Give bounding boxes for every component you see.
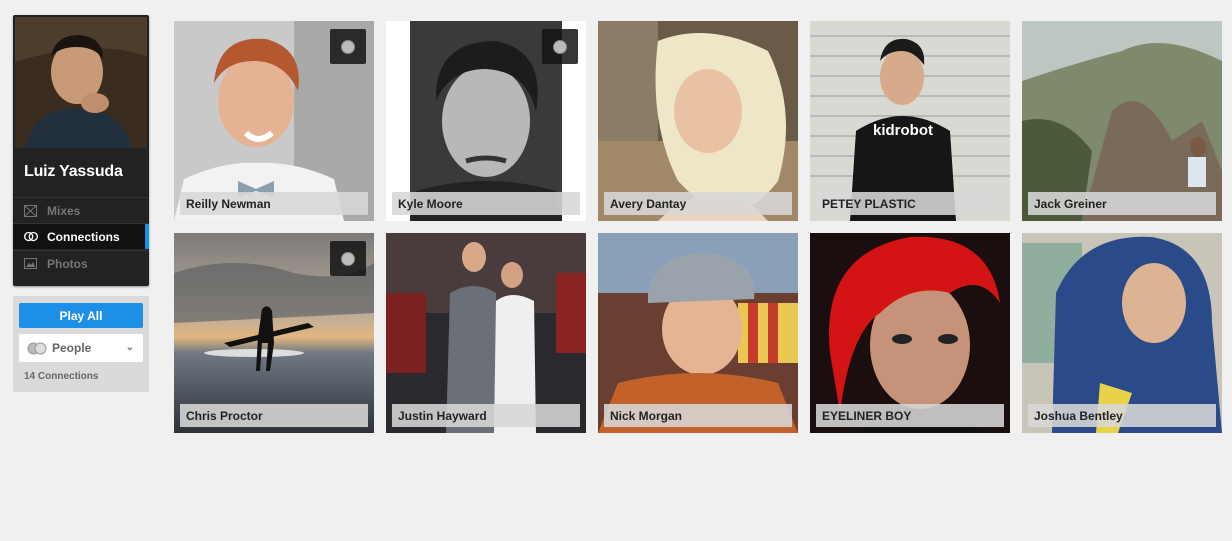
connection-name: Justin Hayward — [392, 404, 580, 427]
follow-button[interactable] — [330, 241, 366, 276]
connection-tile[interactable]: Joshua Bentley — [1022, 233, 1222, 433]
nav-photos[interactable]: Photos — [13, 250, 149, 276]
connection-name: Avery Dantay — [604, 192, 792, 215]
connection-name: PETEY PLASTIC — [816, 192, 1004, 215]
follow-dot-icon — [341, 39, 355, 54]
action-box: Play All People ⌄ 14 Connections — [13, 296, 149, 392]
avatar[interactable] — [15, 17, 147, 148]
connection-photo — [598, 21, 798, 221]
connection-tile[interactable]: Chris Proctor — [174, 233, 374, 433]
connection-photo — [598, 233, 798, 433]
chevron-down-icon: ⌄ — [125, 342, 134, 353]
connection-tile[interactable]: Reilly Newman — [174, 21, 374, 221]
follow-button[interactable] — [330, 29, 366, 64]
connection-photo — [386, 233, 586, 433]
filter-selected-label: People — [52, 341, 92, 355]
profile-name: Luiz Yassuda — [24, 163, 123, 180]
kidrobot-logo: kidrobot — [873, 122, 933, 139]
follow-button[interactable] — [542, 29, 578, 64]
nav-mixes[interactable]: Mixes — [13, 197, 149, 223]
connection-name: Nick Morgan — [604, 404, 792, 427]
connection-name: Reilly Newman — [180, 192, 368, 215]
nav-label: Photos — [47, 256, 88, 271]
nav-label: Connections — [47, 229, 120, 244]
connection-name: Joshua Bentley — [1028, 404, 1216, 427]
connection-tile[interactable]: Nick Morgan — [598, 233, 798, 433]
connection-tile[interactable]: EYELINER BOY — [810, 233, 1010, 433]
connection-tile[interactable]: Jack Greiner — [1022, 21, 1222, 221]
connection-tile[interactable]: Kyle Moore — [386, 21, 586, 221]
follow-dot-icon — [341, 251, 355, 266]
connection-name: Jack Greiner — [1028, 192, 1216, 215]
play-all-button[interactable]: Play All — [19, 303, 143, 328]
people-filter-select[interactable]: People ⌄ — [19, 334, 143, 362]
connections-icon — [27, 342, 47, 355]
nav-connections[interactable]: Connections — [13, 223, 149, 249]
connections-icon — [24, 231, 38, 243]
connection-photo — [1022, 21, 1222, 221]
photos-icon — [24, 258, 38, 270]
connection-photo — [1022, 233, 1222, 433]
connection-name: EYELINER BOY — [816, 404, 1004, 427]
connection-name: Chris Proctor — [180, 404, 368, 427]
connection-name: Kyle Moore — [392, 192, 580, 215]
follow-dot-icon — [553, 39, 567, 54]
connection-tile[interactable]: kidrobot PETEY PLASTIC — [810, 21, 1010, 221]
connection-tile[interactable]: Avery Dantay — [598, 21, 798, 221]
connection-photo: kidrobot — [810, 21, 1010, 221]
connection-tile[interactable]: Justin Hayward — [386, 233, 586, 433]
profile-card: Luiz Yassuda Mixes Connections Photos — [13, 15, 149, 286]
connection-photo — [810, 233, 1010, 433]
connections-count: 14 Connections — [24, 371, 99, 382]
nav-label: Mixes — [47, 203, 81, 218]
mixes-icon — [24, 204, 38, 217]
